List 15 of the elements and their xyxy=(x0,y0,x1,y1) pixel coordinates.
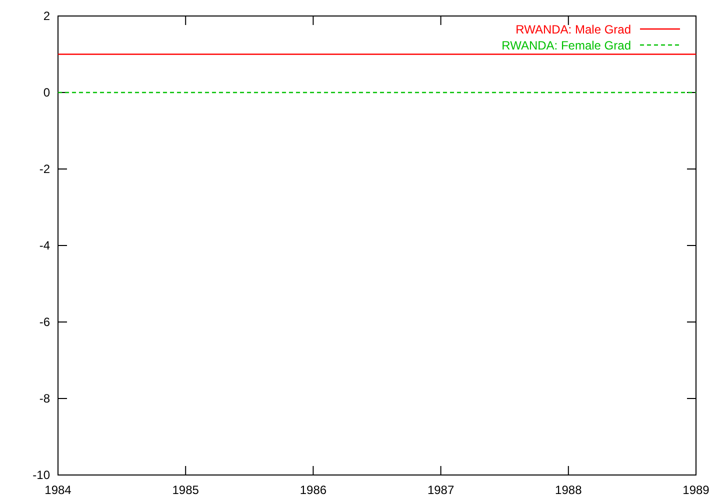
y-tick-label: 0 xyxy=(43,86,50,100)
y-tick-label: 2 xyxy=(43,9,50,23)
x-tick-label: 1988 xyxy=(555,483,582,497)
x-tick-label: 1985 xyxy=(172,483,199,497)
x-tick-label: 1989 xyxy=(682,483,710,497)
legend-label: RWANDA: Male Grad xyxy=(516,22,631,36)
y-tick-label: -6 xyxy=(39,315,50,329)
x-tick-label: 1986 xyxy=(300,483,327,497)
y-tick-label: -8 xyxy=(39,392,50,406)
legend-label: RWANDA: Female Grad xyxy=(502,38,631,52)
y-tick-label: -2 xyxy=(39,162,50,176)
y-tick-label: -4 xyxy=(39,238,50,252)
x-tick-label: 1984 xyxy=(44,483,72,497)
y-tick-label: -10 xyxy=(32,468,50,482)
x-tick-label: 1987 xyxy=(427,483,454,497)
